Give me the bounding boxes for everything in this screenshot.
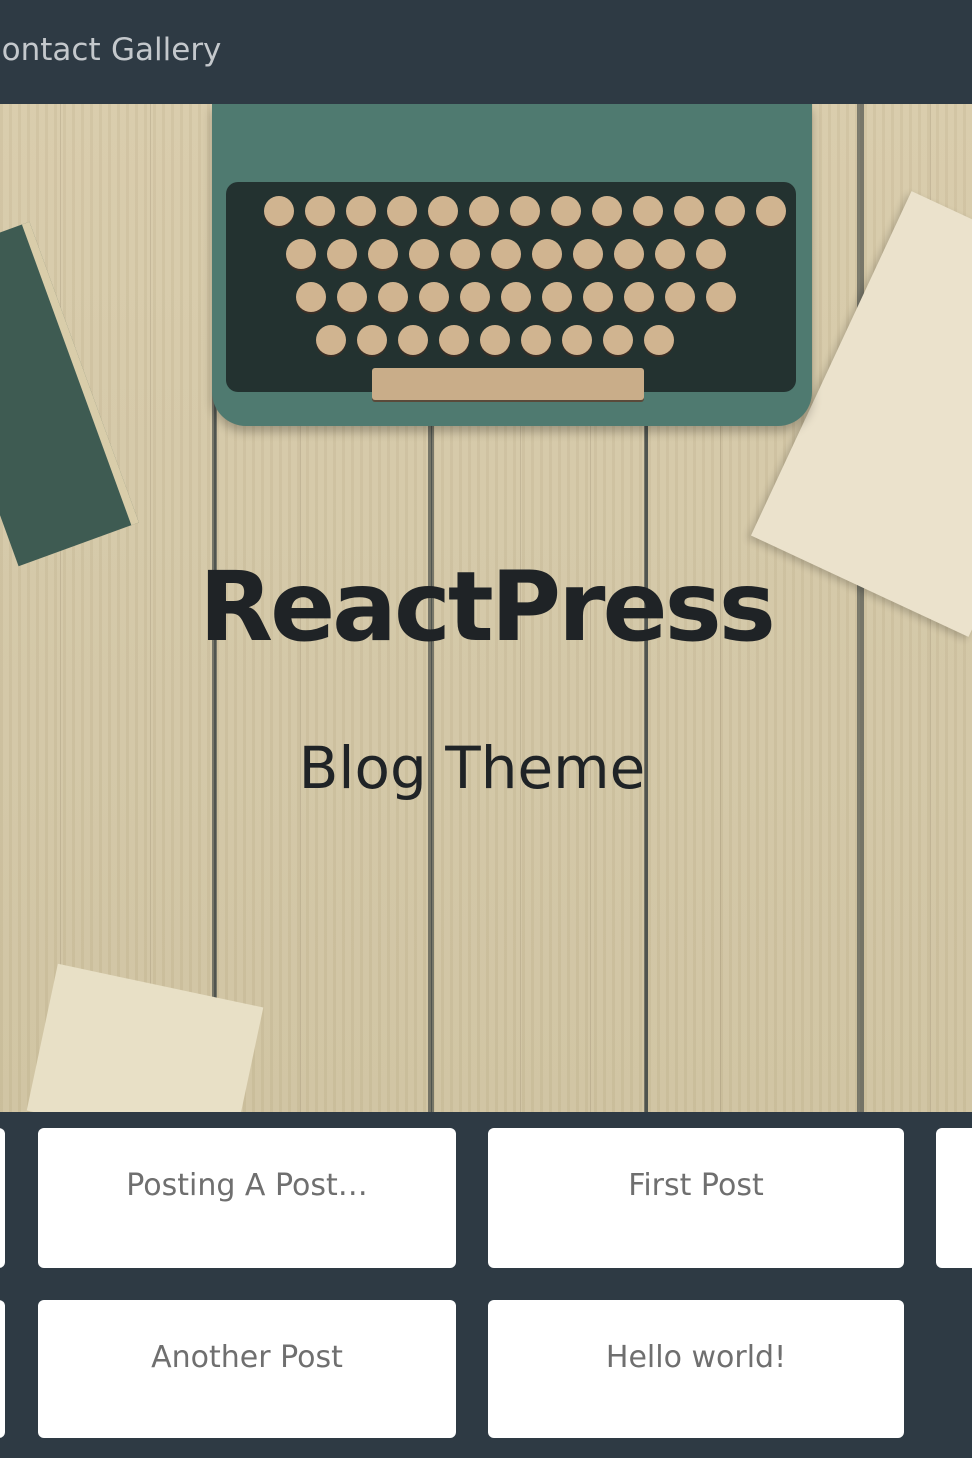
- typewriter-key: [603, 325, 633, 355]
- typewriter-key: [398, 325, 428, 355]
- post-card-title: Hello world!: [605, 1340, 787, 1375]
- post-card-title: First Post: [628, 1168, 764, 1203]
- typewriter-key: [286, 239, 316, 269]
- typewriter-spacebar: [372, 368, 644, 400]
- typewriter-key: [305, 196, 335, 226]
- typewriter-key: [346, 196, 376, 226]
- post-card-title: Posting A Post…: [126, 1168, 368, 1203]
- nav-link-contact[interactable]: Contact: [0, 30, 101, 70]
- typewriter-key: [387, 196, 417, 226]
- post-card[interactable]: Another Post: [38, 1300, 456, 1438]
- hero-banner: ReactPress Blog Theme: [0, 104, 972, 1112]
- typewriter-key: [409, 239, 439, 269]
- nav-link-gallery[interactable]: Gallery: [111, 30, 221, 70]
- typewriter-key: [542, 282, 572, 312]
- post-card[interactable]: First Post: [488, 1128, 904, 1268]
- typewriter-key: [469, 196, 499, 226]
- typewriter-key: [264, 196, 294, 226]
- site-title: ReactPress: [199, 551, 776, 663]
- typewriter-key: [633, 196, 663, 226]
- typewriter-key: [327, 239, 357, 269]
- typewriter-key: [419, 282, 449, 312]
- typewriter-key: [551, 196, 581, 226]
- typewriter-key: [316, 325, 346, 355]
- typewriter-key: [715, 196, 745, 226]
- typewriter-key: [562, 325, 592, 355]
- post-card-partial[interactable]: [936, 1128, 972, 1268]
- post-card-partial[interactable]: [0, 1300, 5, 1438]
- typewriter-key: [521, 325, 551, 355]
- typewriter-key: [501, 282, 531, 312]
- typewriter-key: [450, 239, 480, 269]
- typewriter-key: [644, 325, 674, 355]
- site-subtitle: Blog Theme: [298, 734, 646, 802]
- typewriter-key: [674, 196, 704, 226]
- typewriter-key: [460, 282, 490, 312]
- typewriter-key: [491, 239, 521, 269]
- typewriter-key: [532, 239, 562, 269]
- typewriter-key: [428, 196, 458, 226]
- typewriter-key: [706, 282, 736, 312]
- typewriter-key: [439, 325, 469, 355]
- post-card-partial[interactable]: [0, 1128, 5, 1268]
- typewriter-key: [296, 282, 326, 312]
- typewriter-key: [573, 239, 603, 269]
- typewriter-key: [592, 196, 622, 226]
- typewriter-key: [378, 282, 408, 312]
- typewriter-key: [368, 239, 398, 269]
- notepad-prop: [26, 963, 264, 1112]
- post-card[interactable]: Posting A Post…: [38, 1128, 456, 1268]
- typewriter-key: [480, 325, 510, 355]
- typewriter-key: [337, 282, 367, 312]
- typewriter-key: [655, 239, 685, 269]
- typewriter-key: [624, 282, 654, 312]
- top-nav: Contact Gallery: [0, 0, 972, 104]
- typewriter-key: [357, 325, 387, 355]
- post-card[interactable]: Hello world!: [488, 1300, 904, 1438]
- typewriter-key: [614, 239, 644, 269]
- typewriter-key: [756, 196, 786, 226]
- post-card-title: Another Post: [151, 1340, 343, 1375]
- typewriter-key: [696, 239, 726, 269]
- book-prop: [0, 221, 139, 567]
- typewriter-key: [665, 282, 695, 312]
- typewriter-key: [583, 282, 613, 312]
- typewriter-key: [510, 196, 540, 226]
